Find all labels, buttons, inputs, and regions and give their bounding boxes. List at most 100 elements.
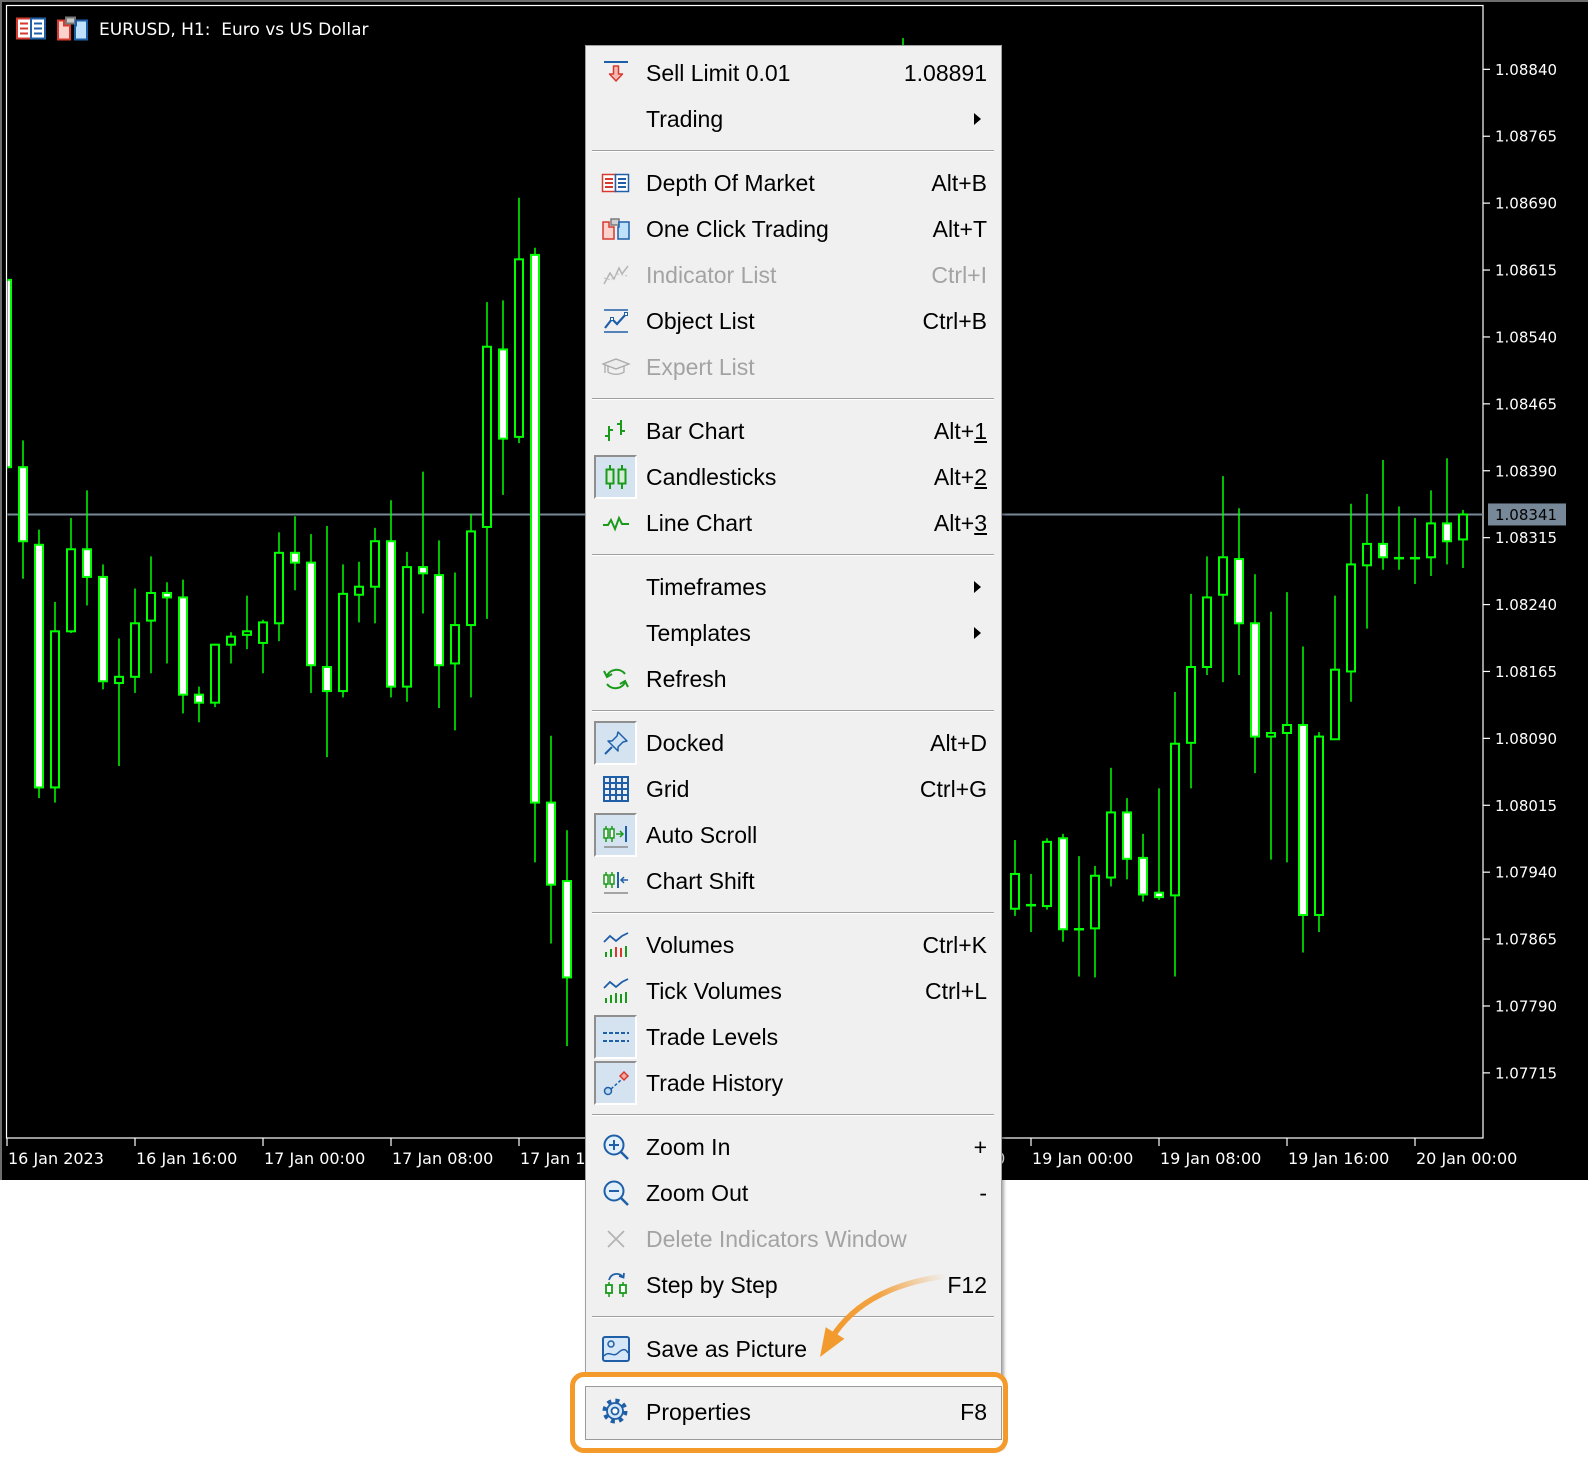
menu-separator [592,1308,994,1326]
menu-item-auto-scroll[interactable]: Auto Scroll [586,812,1001,858]
menu-item-object-list[interactable]: Object List Ctrl+B [586,298,1001,344]
candle-body [210,643,220,704]
depth-of-market-icon[interactable] [16,17,46,40]
y-tick-label: 1.08765 [1495,128,1557,146]
menu-item-docked[interactable]: Docked Alt+D [586,720,1001,766]
volumes-icon [594,923,637,967]
depth-of-market-icon [594,161,637,205]
zoom-in-icon [594,1125,637,1169]
current-price-label: 1.08341 [1495,506,1557,524]
candle [530,247,540,863]
menu-item-label: Object List [646,308,755,334]
candle [306,534,316,693]
candle-body [194,693,204,704]
chart-shift-icon [594,859,637,903]
menu-item-line-chart[interactable]: Line Chart Alt+3 [586,500,1001,546]
menu-item-templates[interactable]: Templates [586,610,1001,656]
y-tick-label: 1.08315 [1495,529,1557,547]
candle [162,582,172,664]
candle [1314,732,1324,932]
candle-body [1330,668,1340,741]
context-menu: Sell Limit 0.01 1.08891 Trading Depth Of… [570,45,1008,1453]
candle [194,686,204,723]
candle [1346,503,1356,702]
candle [178,579,188,714]
candle-body [498,348,508,440]
menu-item-label: Depth Of Market [646,170,815,196]
menu-separator [592,702,994,720]
menu-item-trade-history[interactable]: Trade History [586,1060,1001,1106]
candle-body [130,622,140,678]
x-tick-label: 16 Jan 16:00 [136,1149,237,1168]
candle [66,518,76,634]
menu-item-volumes[interactable]: Volumes Ctrl+K [586,922,1001,968]
menu-item-label: Templates [646,620,751,646]
candle-body [1138,856,1148,896]
candle-body [1154,891,1164,899]
candle-body [1378,542,1388,559]
candle-body [18,466,28,543]
price-axis[interactable]: 1.08840 1.08765 1.08690 1.08615 1.08540 1.084… [1483,61,1566,1083]
menu-item-bar-chart[interactable]: Bar Chart Alt+1 [586,408,1001,454]
menu-item-save-as-picture[interactable]: Save as Picture [586,1326,1001,1372]
sell-limit-icon [594,51,637,95]
menu-item-tick-volumes[interactable]: Tick Volumes Ctrl+L [586,968,1001,1014]
menu-separator [592,904,994,922]
menu-item-one-click-trading[interactable]: One Click Trading Alt+T [586,206,1001,252]
gear-icon [593,1389,636,1433]
menu-item-shortcut: Ctrl+I [931,262,987,288]
candle [1186,593,1196,789]
candle [1122,798,1132,880]
candle [1058,833,1068,942]
menu-item-chart-shift[interactable]: Chart Shift [586,858,1001,904]
candle-body [1202,596,1212,669]
y-tick-label: 1.08840 [1495,61,1557,79]
candle [1266,611,1276,860]
candle-body [1282,723,1292,735]
menu-item-properties[interactable]: Properties F8 [585,1386,1002,1440]
menu-item-delete-indicators-window[interactable]: Delete Indicators Window [586,1216,1001,1262]
candle [562,830,572,1047]
menu-item-grid[interactable]: Grid Ctrl+G [586,766,1001,812]
menu-separator [592,142,994,160]
menu-item-trading[interactable]: Trading [586,96,1001,142]
menu-item-trade-levels[interactable]: Trade Levels [586,1014,1001,1060]
candle-body [66,548,76,633]
candle [1170,691,1180,977]
x-tick-label: 19 Jan 16:00 [1288,1149,1389,1168]
menu-item-label: Trading [646,106,724,132]
candle-body [178,596,188,696]
one-click-trading-icon[interactable] [57,16,88,41]
candle-body [1010,872,1020,910]
y-tick-label: 1.08615 [1495,262,1557,280]
menu-item-step-by-step[interactable]: Step by Step F12 [586,1262,1001,1308]
y-tick-label: 1.07865 [1495,931,1557,949]
menu-item-label: Indicator List [646,262,777,288]
menu-item-candlesticks[interactable]: Candlesticks Alt+2 [586,454,1001,500]
menu-item-depth-of-market[interactable]: Depth Of Market Alt+B [586,160,1001,206]
candle-body [1106,811,1116,879]
candle [1282,592,1292,863]
candle-body [1042,840,1052,908]
menu-item-shortcut: Alt+D [930,730,987,756]
candle-body [146,591,156,622]
menu-item-expert-list[interactable]: Expert List [586,344,1001,390]
menu-item-label: Tick Volumes [646,978,782,1004]
menu-item-label: Zoom In [646,1134,731,1160]
candle [354,561,364,623]
menu-item-indicator-list[interactable]: Indicator List Ctrl+I [586,252,1001,298]
menu-item-timeframes[interactable]: Timeframes [586,564,1001,610]
x-tick-label: 17 Jan 00:00 [264,1149,365,1168]
window-frame-left [0,0,2,1180]
grid-icon [594,767,637,811]
menu-item-refresh[interactable]: Refresh [586,656,1001,702]
window-frame-top [0,0,1588,2]
menu-item-sell-limit[interactable]: Sell Limit 0.01 1.08891 [586,50,1001,96]
menu-item-label: Trade Levels [646,1024,779,1050]
candle-body [274,551,284,625]
x-tick-label: 19 Jan 08:00 [1160,1149,1261,1168]
x-tick-label: 16 Jan 2023 [8,1149,104,1168]
menu-item-zoom-out[interactable]: Zoom Out - [586,1170,1001,1216]
candle [370,527,380,624]
menu-item-zoom-in[interactable]: Zoom In + [586,1124,1001,1170]
